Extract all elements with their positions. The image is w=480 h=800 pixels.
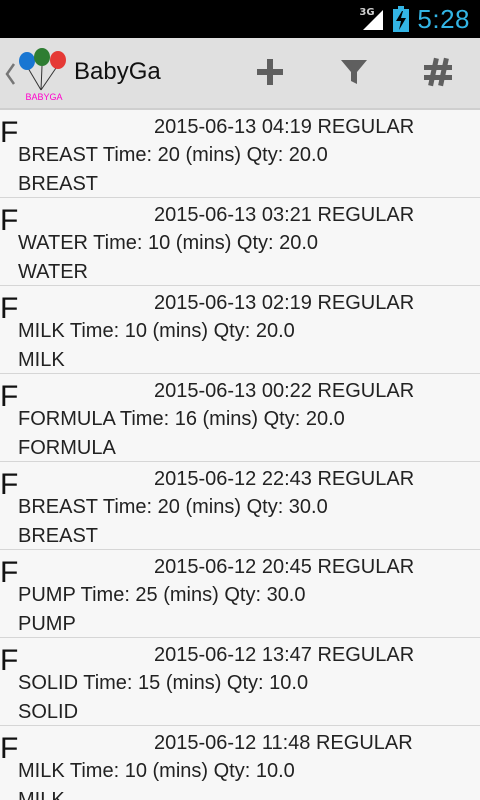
add-icon <box>255 57 285 92</box>
entry-category: BREAST <box>18 525 99 547</box>
entry-detail: BREAST Time: 20 (mins) Qty: 20.0 <box>18 144 328 166</box>
signal-icon: 3G <box>359 6 385 32</box>
list-item[interactable]: F 2015-06-12 11:48 REGULAR MILK Time: 10… <box>0 726 480 800</box>
entries-list[interactable]: F 2015-06-13 04:19 REGULAR BREAST Time: … <box>0 110 480 800</box>
entry-datetime: 2015-06-13 03:21 REGULAR <box>154 204 415 226</box>
entry-category: WATER <box>18 261 88 283</box>
entry-detail: SOLID Time: 15 (mins) Qty: 10.0 <box>18 672 309 694</box>
entry-detail: MILK Time: 10 (mins) Qty: 20.0 <box>18 320 295 342</box>
status-icons: 3G 5:28 <box>359 0 470 38</box>
entry-category: MILK <box>18 349 65 371</box>
battery-charging-icon <box>393 6 410 32</box>
entry-type-letter: F <box>0 292 19 325</box>
entry-datetime: 2015-06-12 11:48 REGULAR <box>154 732 413 754</box>
entry-datetime: 2015-06-12 22:43 REGULAR <box>154 468 415 490</box>
action-bar: BABYGA BabyGa <box>0 38 480 110</box>
filter-button[interactable] <box>328 48 380 100</box>
entry-category: FORMULA <box>18 437 116 459</box>
up-caret-icon[interactable] <box>4 60 16 88</box>
entry-type-letter: F <box>0 468 19 501</box>
entry-detail: BREAST Time: 20 (mins) Qty: 30.0 <box>18 496 328 518</box>
list-item[interactable]: F 2015-06-13 00:22 REGULAR FORMULA Time:… <box>0 374 480 462</box>
add-button[interactable] <box>244 48 296 100</box>
logo-text: BABYGA <box>25 92 62 102</box>
list-item[interactable]: F 2015-06-13 02:19 REGULAR MILK Time: 10… <box>0 286 480 374</box>
entry-type-letter: F <box>0 644 19 677</box>
list-item[interactable]: F 2015-06-12 20:45 REGULAR PUMP Time: 25… <box>0 550 480 638</box>
entry-detail: PUMP Time: 25 (mins) Qty: 30.0 <box>18 584 306 606</box>
list-item[interactable]: F 2015-06-12 13:47 REGULAR SOLID Time: 1… <box>0 638 480 726</box>
status-bar: 3G 5:28 <box>0 0 480 38</box>
status-time: 5:28 <box>417 3 470 34</box>
app-title: BabyGa <box>74 58 161 85</box>
entry-datetime: 2015-06-13 04:19 REGULAR <box>154 116 415 138</box>
list-item[interactable]: F 2015-06-12 22:43 REGULAR BREAST Time: … <box>0 462 480 550</box>
balloons-logo-icon[interactable]: BABYGA <box>16 46 72 102</box>
entry-datetime: 2015-06-12 20:45 REGULAR <box>154 556 415 578</box>
entry-type-letter: F <box>0 204 19 237</box>
list-item[interactable]: F 2015-06-13 04:19 REGULAR BREAST Time: … <box>0 110 480 198</box>
hashtag-icon <box>422 56 454 93</box>
hashtag-button[interactable] <box>412 48 464 100</box>
entry-category: MILK <box>18 789 65 800</box>
entry-detail: FORMULA Time: 16 (mins) Qty: 20.0 <box>18 408 345 430</box>
entry-type-letter: F <box>0 732 19 765</box>
entry-type-letter: F <box>0 116 19 149</box>
entry-datetime: 2015-06-13 00:22 REGULAR <box>154 380 415 402</box>
entry-detail: MILK Time: 10 (mins) Qty: 10.0 <box>18 760 295 782</box>
entry-category: PUMP <box>18 613 76 635</box>
entry-type-letter: F <box>0 556 19 589</box>
entry-category: SOLID <box>18 701 79 723</box>
entry-detail: WATER Time: 10 (mins) Qty: 20.0 <box>18 232 319 254</box>
entry-category: BREAST <box>18 173 99 195</box>
list-item[interactable]: F 2015-06-13 03:21 REGULAR WATER Time: 1… <box>0 198 480 286</box>
entry-type-letter: F <box>0 380 19 413</box>
entry-datetime: 2015-06-13 02:19 REGULAR <box>154 292 415 314</box>
filter-icon <box>339 57 369 92</box>
entry-datetime: 2015-06-12 13:47 REGULAR <box>154 644 415 666</box>
